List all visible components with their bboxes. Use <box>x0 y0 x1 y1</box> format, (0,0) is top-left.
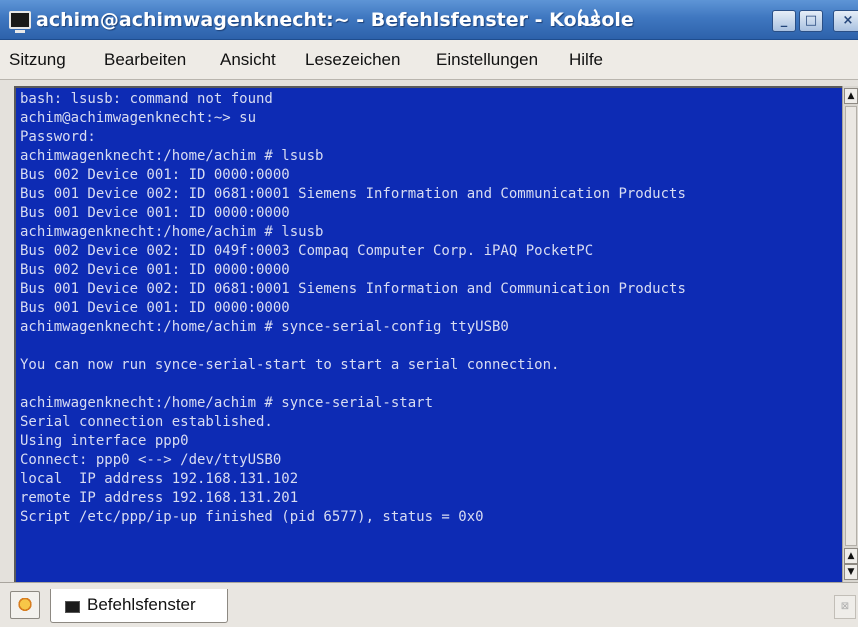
close-session-button[interactable]: ⊠ <box>834 595 856 619</box>
terminal-line: local IP address 192.168.131.102 <box>20 471 299 487</box>
terminal-line: achim@achimwagenknecht:~> su <box>20 110 257 126</box>
scroll-up-button[interactable]: ▲ <box>844 88 858 104</box>
arrow-down-icon: ▼ <box>847 567 855 577</box>
close-icon: × <box>842 13 854 28</box>
menu-hilfe[interactable]: Hilfe <box>569 49 603 71</box>
terminal-line: Bus 001 Device 002: ID 0681:0001 Siemens… <box>20 186 686 202</box>
menu-bearbeiten[interactable]: Bearbeiten <box>104 49 186 71</box>
tab-befehlsfenster[interactable]: Befehlsfenster <box>50 589 228 623</box>
terminal-line: Serial connection established. <box>20 414 273 430</box>
maximize-button[interactable]: □ <box>799 10 823 32</box>
minimize-icon: _ <box>780 13 788 28</box>
bell-icon <box>578 6 598 26</box>
terminal-line: Connect: ppp0 <--> /dev/ttyUSB0 <box>20 452 282 468</box>
minimize-button[interactable]: _ <box>772 10 796 32</box>
terminal-output[interactable]: bash: lsusb: command not found achim@ach… <box>14 86 842 582</box>
terminal-line: achimwagenknecht:/home/achim # synce-ser… <box>20 395 434 411</box>
maximize-icon: □ <box>804 13 818 28</box>
window-title: achim@achimwagenknecht:~ - Befehlsfenste… <box>36 9 634 31</box>
new-session-icon <box>17 598 33 612</box>
terminal-line: achimwagenknecht:/home/achim # synce-ser… <box>20 319 509 335</box>
title-bar[interactable]: achim@achimwagenknecht:~ - Befehlsfenste… <box>0 0 858 40</box>
terminal-line: Password: <box>20 129 96 145</box>
menu-lesezeichen[interactable]: Lesezeichen <box>305 49 400 71</box>
terminal-line: Bus 001 Device 001: ID 0000:0000 <box>20 300 290 316</box>
menu-sitzung[interactable]: Sitzung <box>9 49 66 71</box>
menu-ansicht[interactable]: Ansicht <box>220 49 276 71</box>
tab-label: Befehlsfenster <box>87 595 196 614</box>
terminal-line: Using interface ppp0 <box>20 433 189 449</box>
terminal-icon[interactable] <box>9 11 31 33</box>
terminal-line: bash: lsusb: command not found <box>20 91 273 107</box>
terminal-line: Bus 002 Device 002: ID 049f:0003 Compaq … <box>20 243 594 259</box>
terminal-line: You can now run synce-serial-start to st… <box>20 357 560 373</box>
scroll-down-button[interactable]: ▼ <box>844 564 858 580</box>
terminal-line: Script /etc/ppp/ip-up finished (pid 6577… <box>20 509 484 525</box>
scroll-up-button-lower[interactable]: ▲ <box>844 548 858 564</box>
terminal-icon <box>65 601 80 613</box>
close-tab-icon: ⊠ <box>840 601 850 612</box>
terminal-line: Bus 002 Device 001: ID 0000:0000 <box>20 262 290 278</box>
arrow-up-icon: ▲ <box>847 551 855 561</box>
new-session-button[interactable] <box>10 591 40 619</box>
vertical-scrollbar[interactable]: ▲ ▲ ▼ <box>842 86 858 582</box>
terminal-line: Bus 001 Device 002: ID 0681:0001 Siemens… <box>20 281 686 297</box>
session-tab-bar: Befehlsfenster ⊠ <box>0 582 858 627</box>
terminal-line: remote IP address 192.168.131.201 <box>20 490 299 506</box>
menu-einstellungen[interactable]: Einstellungen <box>436 49 538 71</box>
terminal-line: Bus 002 Device 001: ID 0000:0000 <box>20 167 290 183</box>
close-button[interactable]: × <box>833 10 858 32</box>
terminal-line: achimwagenknecht:/home/achim # lsusb <box>20 148 324 164</box>
menu-bar: Sitzung Bearbeiten Ansicht Lesezeichen E… <box>0 40 858 80</box>
terminal-line: achimwagenknecht:/home/achim # lsusb <box>20 224 324 240</box>
terminal-line: Bus 001 Device 001: ID 0000:0000 <box>20 205 290 221</box>
scrollbar-thumb[interactable] <box>845 106 857 546</box>
arrow-up-icon: ▲ <box>847 91 855 101</box>
